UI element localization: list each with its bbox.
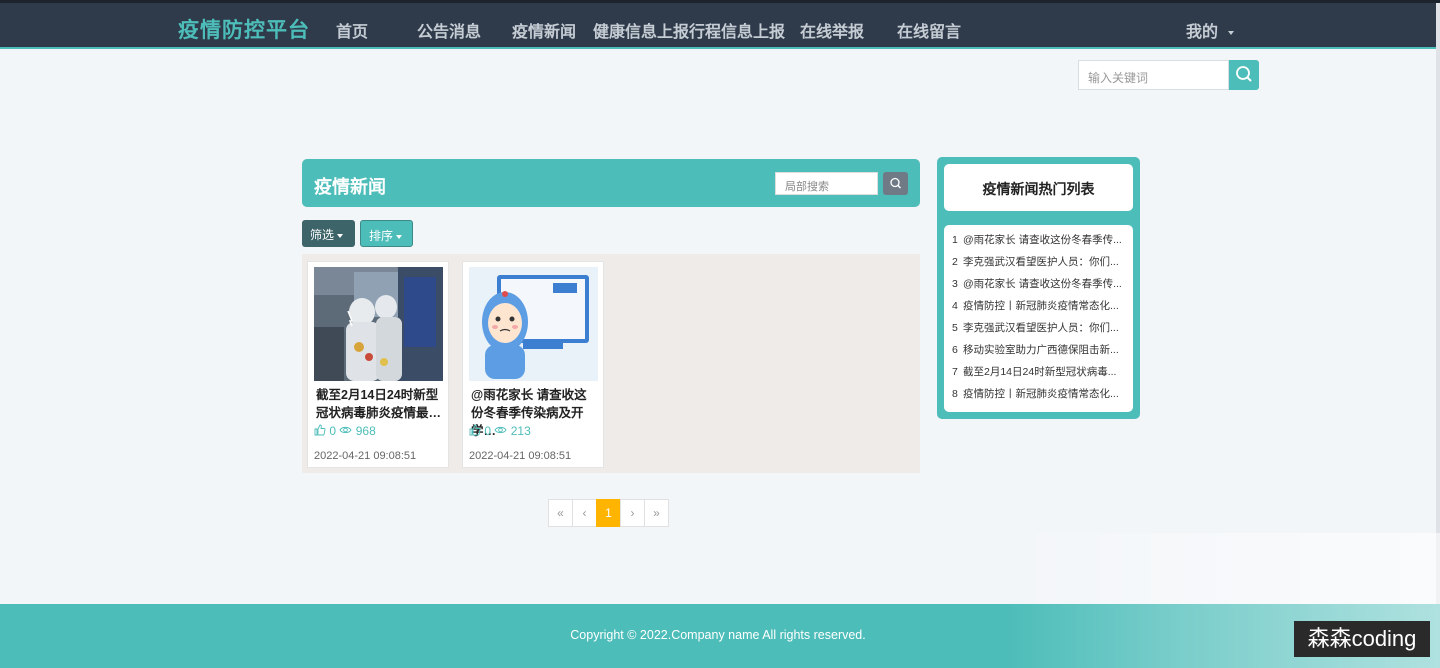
page-number-button[interactable]: 1: [596, 499, 621, 527]
news-stats: 0 213: [469, 424, 531, 438]
hot-list-item[interactable]: 5 李克强武汉看望医护人员：你们...: [944, 320, 1133, 342]
hot-list-item[interactable]: 7 截至2月14日24时新型冠状病毒...: [944, 364, 1133, 386]
news-list: 截至2月14日24时新型冠状病毒肺炎疫情最… 0 968 2022-04-21 …: [302, 254, 920, 473]
filter-label: 筛选: [310, 228, 335, 242]
news-thumbnail: [314, 267, 443, 381]
hot-list-item[interactable]: 4 疫情防控丨新冠肺炎疫情常态化...: [944, 298, 1133, 320]
hot-list-title: 疫情新闻热门列表: [944, 164, 1133, 211]
chevron-down-icon: [337, 233, 344, 238]
eye-icon: [339, 426, 352, 434]
eye-icon: [494, 426, 507, 434]
search-icon: [890, 177, 901, 189]
like-count: 0: [329, 424, 337, 438]
hot-list-item[interactable]: 8 疫情防控丨新冠肺炎疫情常态化...: [944, 386, 1133, 408]
nav-trip-report[interactable]: 行程信息上报: [689, 18, 785, 42]
news-thumbnail: [469, 267, 598, 381]
news-stats: 0 968: [314, 424, 376, 438]
view-count: 213: [510, 424, 531, 438]
user-menu[interactable]: 我的: [1186, 18, 1235, 42]
like-count: 0: [484, 424, 492, 438]
nav-home[interactable]: 首页: [336, 18, 368, 42]
local-search-button[interactable]: [883, 172, 908, 195]
user-menu-label: 我的: [1186, 24, 1219, 41]
view-count: 968: [355, 424, 376, 438]
news-card[interactable]: 截至2月14日24时新型冠状病毒肺炎疫情最… 0 968 2022-04-21 …: [307, 261, 449, 468]
page-prev-button[interactable]: ‹: [572, 499, 597, 527]
hot-list-panel: 疫情新闻热门列表 1 @雨花家长 请查收这份冬春季传... 2 李克强武汉看望医护人…: [937, 157, 1140, 419]
sort-label: 排序: [369, 229, 394, 243]
brand-logo[interactable]: 疫情防控平台: [178, 14, 310, 44]
nav-announcements[interactable]: 公告消息: [417, 18, 481, 42]
page-last-button[interactable]: »: [644, 499, 669, 527]
hot-list-item[interactable]: 1 @雨花家长 请查收这份冬春季传...: [944, 232, 1133, 254]
global-search-button[interactable]: [1229, 60, 1259, 90]
chevron-down-icon: [1228, 30, 1235, 35]
top-navbar: 疫情防控平台 首页 公告消息 疫情新闻 健康信息上报 行程信息上报 在线举报 在…: [0, 3, 1440, 49]
hot-list-item[interactable]: 6 移动实验室助力广西德保阻击新...: [944, 342, 1133, 364]
hot-list: 1 @雨花家长 请查收这份冬春季传... 2 李克强武汉看望医护人员：你们... 3…: [944, 225, 1133, 412]
news-date: 2022-04-21 09:08:51: [314, 450, 417, 462]
nav-health-report[interactable]: 健康信息上报: [593, 18, 689, 42]
thumbs-up-icon: [469, 424, 481, 436]
filter-button[interactable]: 筛选: [302, 220, 355, 247]
news-header: 疫情新闻 局部搜索: [302, 159, 920, 207]
chevron-down-icon: [396, 234, 403, 239]
local-search-input[interactable]: 局部搜索: [775, 172, 878, 195]
hot-list-item[interactable]: 3 @雨花家长 请查收这份冬春季传...: [944, 276, 1133, 298]
nav-online-report[interactable]: 在线举报: [800, 18, 864, 42]
nav-news[interactable]: 疫情新闻: [512, 18, 576, 42]
search-icon: [1236, 66, 1252, 82]
news-date: 2022-04-21 09:08:51: [469, 450, 572, 462]
global-search-input[interactable]: 输入关键词: [1078, 60, 1229, 90]
watermark: 森森coding: [1294, 621, 1430, 657]
thumbs-up-icon: [314, 424, 326, 436]
nav-message-board[interactable]: 在线留言: [897, 18, 961, 42]
hot-list-item[interactable]: 2 李克强武汉看望医护人员：你们...: [944, 254, 1133, 276]
sort-button[interactable]: 排序: [360, 220, 413, 247]
page-title: 疫情新闻: [314, 177, 386, 197]
page-next-button[interactable]: ›: [620, 499, 645, 527]
page-first-button[interactable]: «: [548, 499, 573, 527]
news-card[interactable]: @雨花家长 请查收这份冬春季传染病及开学… 0 213 2022-04-21 0…: [462, 261, 604, 468]
news-title: 截至2月14日24时新型冠状病毒肺炎疫情最…: [316, 388, 442, 420]
pagination: « ‹ 1 › »: [548, 499, 669, 527]
